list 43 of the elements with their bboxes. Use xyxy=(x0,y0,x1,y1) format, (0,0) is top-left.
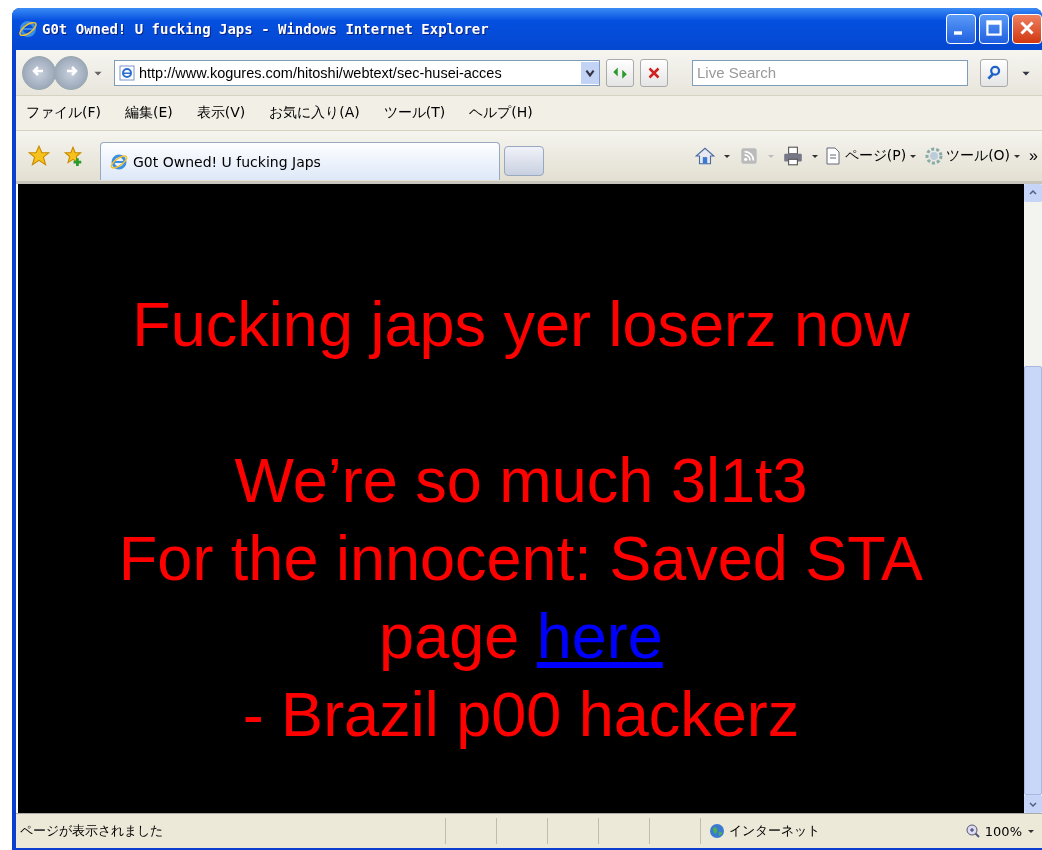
refresh-button[interactable] xyxy=(606,58,634,87)
printer-icon[interactable] xyxy=(781,145,804,167)
page-menu-button[interactable]: ページ(P) xyxy=(819,146,922,166)
dropdown-button[interactable] xyxy=(581,61,599,84)
minimize-button[interactable] xyxy=(946,14,976,44)
menu-item[interactable]: お気に入り(A) xyxy=(269,104,360,122)
page-text: We’re so much 3l1t3 xyxy=(234,443,808,517)
forward-button[interactable] xyxy=(54,55,88,90)
search-field[interactable]: Live Search xyxy=(692,59,968,86)
gear-icon xyxy=(924,146,945,166)
menu-item[interactable]: 表示(V) xyxy=(196,104,246,122)
page-text: Fucking japs yer loserz now xyxy=(132,287,910,361)
tools-menu-button[interactable]: ツール(O) xyxy=(921,146,1026,166)
star-plus-icon[interactable] xyxy=(62,145,84,167)
page-text: For the innocent: Saved STA xyxy=(118,521,924,595)
address-field[interactable]: http://www.kogures.com/hitoshi/webtext/sec-husei-acces xyxy=(114,59,600,86)
menu-item[interactable]: 編集(E) xyxy=(125,104,173,122)
minimize-icon xyxy=(954,30,962,35)
zoom-button[interactable]: 100% xyxy=(958,822,1042,840)
window-title: G0t Owned! U fucking Japs - Windows Internet Explorer xyxy=(42,21,490,37)
star-icon[interactable] xyxy=(28,145,50,167)
menu-item[interactable]: ヘルプ(H) xyxy=(469,104,533,122)
globe-icon xyxy=(709,823,726,839)
maximize-button[interactable] xyxy=(979,14,1009,44)
close-button[interactable] xyxy=(1012,14,1042,44)
more-button[interactable]: » xyxy=(1025,147,1042,165)
page-icon xyxy=(119,64,135,81)
security-zone: インターネット xyxy=(729,822,821,840)
browser-logo-icon xyxy=(18,19,38,39)
stop-button[interactable] xyxy=(640,58,668,87)
back-button[interactable] xyxy=(22,55,56,90)
menu-item[interactable]: ファイル(F) xyxy=(26,104,101,122)
search-button[interactable] xyxy=(980,58,1008,87)
page-text: - Brazil p00 hackerz xyxy=(242,677,800,751)
scroll-thumb[interactable] xyxy=(1024,366,1042,795)
browser-tab[interactable]: G0t Owned! U fucking Japs xyxy=(100,142,500,180)
status-text: ページが表示されました xyxy=(19,822,164,840)
menu-item[interactable]: ツール(T) xyxy=(383,104,446,122)
chevron-down-icon xyxy=(1028,799,1038,809)
home-icon[interactable] xyxy=(693,145,716,167)
page-text: page here xyxy=(379,599,663,673)
zoom-icon xyxy=(964,823,981,839)
search-icon xyxy=(985,63,1003,82)
